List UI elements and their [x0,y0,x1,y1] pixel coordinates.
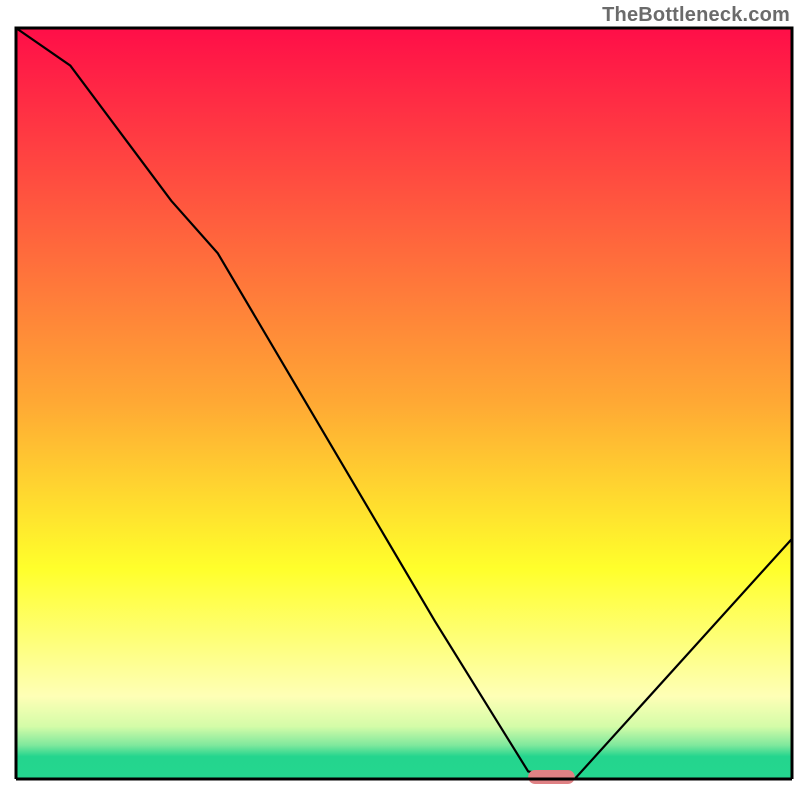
bottleneck-chart [0,0,800,800]
chart-canvas: TheBottleneck.com [0,0,800,800]
optimum-marker [528,770,575,784]
